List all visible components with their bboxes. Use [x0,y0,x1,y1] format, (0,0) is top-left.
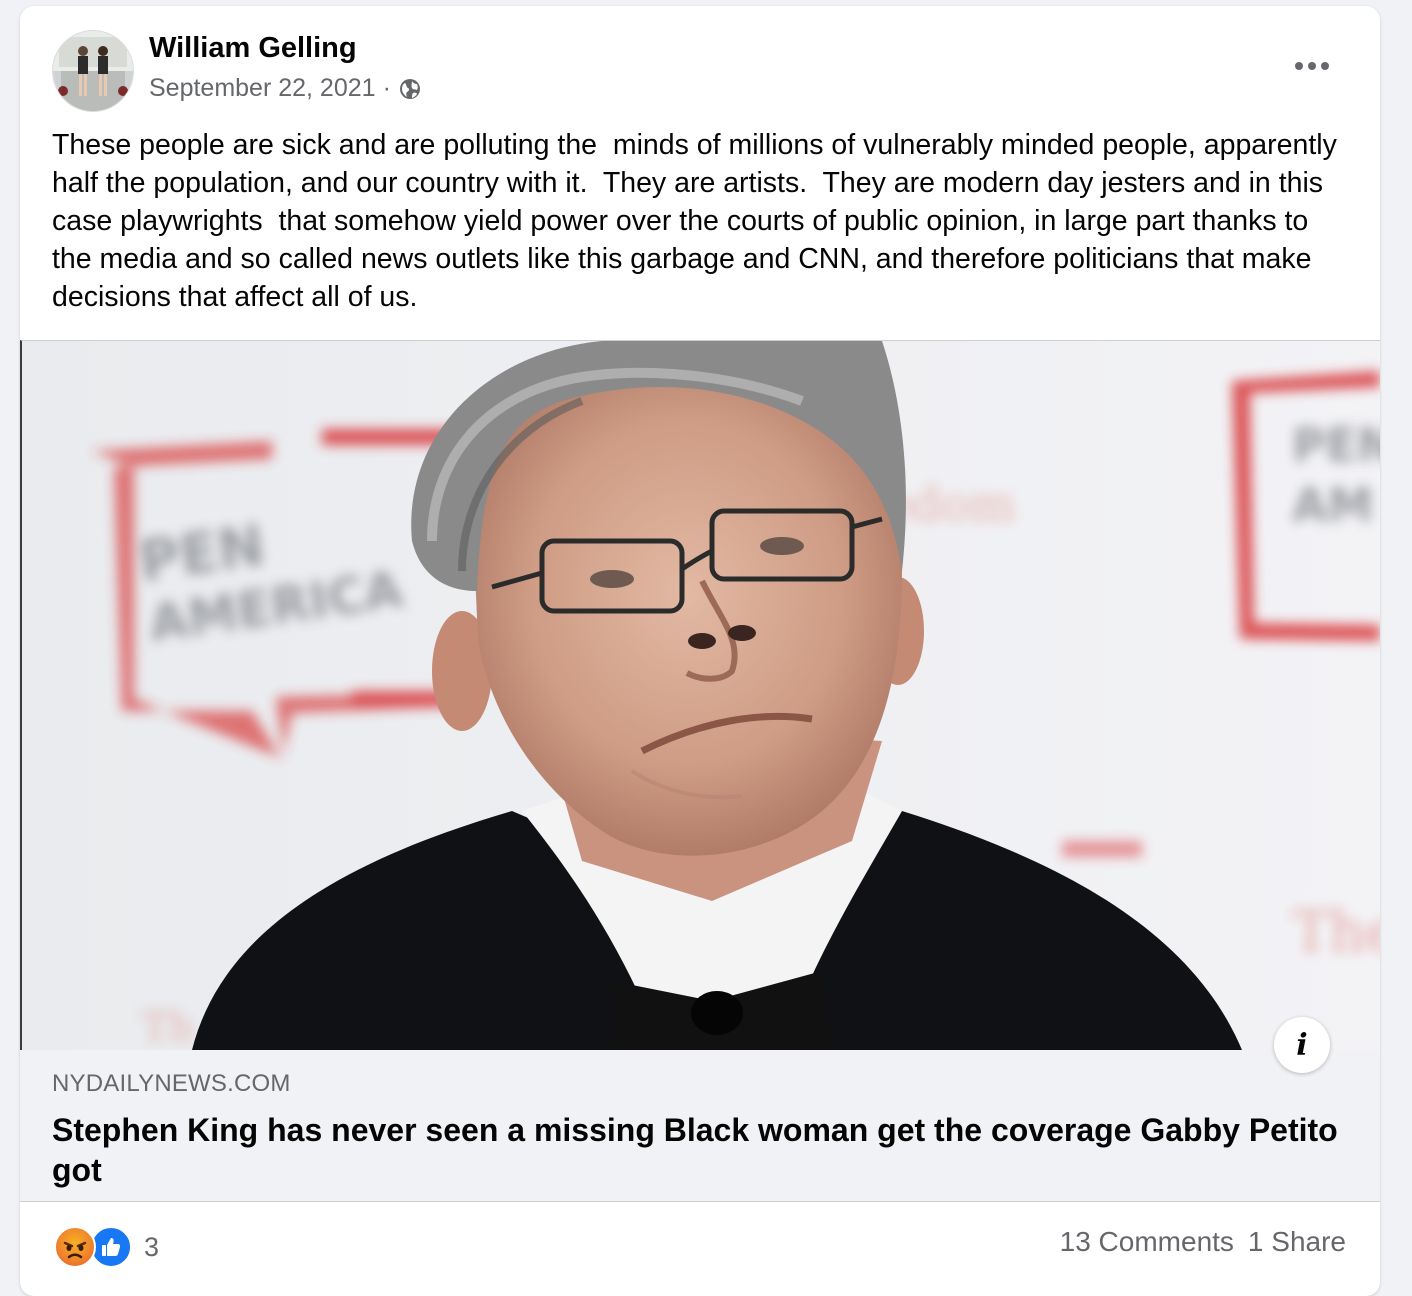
shares-count-link[interactable]: 1 Share [1248,1226,1346,1258]
link-domain: NYDAILYNEWS.COM [52,1070,291,1097]
post-footer: 3 13 Comments 1 Share [20,1202,1380,1292]
svg-text:AM: AM [1292,478,1373,532]
reactions-summary[interactable]: 3 [54,1226,159,1268]
like-reaction-icon [90,1226,132,1268]
comments-count-link[interactable]: 13 Comments [1060,1226,1234,1258]
info-button[interactable]: i [1274,1017,1330,1073]
svg-text:PEN: PEN [1292,418,1380,472]
reaction-count: 3 [144,1231,160,1262]
post-date[interactable]: September 22, 2021 [149,74,376,103]
angry-reaction-icon [54,1226,96,1268]
svg-text:The: The [1292,900,1380,965]
more-options-button[interactable] [1288,48,1336,84]
post-header: William Gelling September 22, 2021 · [20,6,1380,118]
link-preview[interactable]: PEN AMERICA edom PEN AM The Th [20,340,1380,1202]
meta-separator: · [382,74,391,102]
post-meta: September 22, 2021 · [149,74,422,103]
post-card: William Gelling September 22, 2021 · The… [20,6,1380,1296]
post-body: These people are sick and are polluting … [52,129,1345,313]
link-preview-image[interactable]: PEN AMERICA edom PEN AM The Th [20,340,1380,1050]
link-preview-caption[interactable]: NYDAILYNEWS.COM Stephen King has never s… [20,1050,1380,1202]
globe-icon [398,77,422,101]
link-headline[interactable]: Stephen King has never seen a missing Bl… [52,1110,1348,1190]
more-dots-icon [1295,62,1329,70]
author-name[interactable]: William Gelling [149,32,357,65]
svg-text:Th: Th [142,1005,194,1050]
post-stats: 13 Comments 1 Share [1060,1226,1346,1258]
author-avatar[interactable] [52,30,134,112]
